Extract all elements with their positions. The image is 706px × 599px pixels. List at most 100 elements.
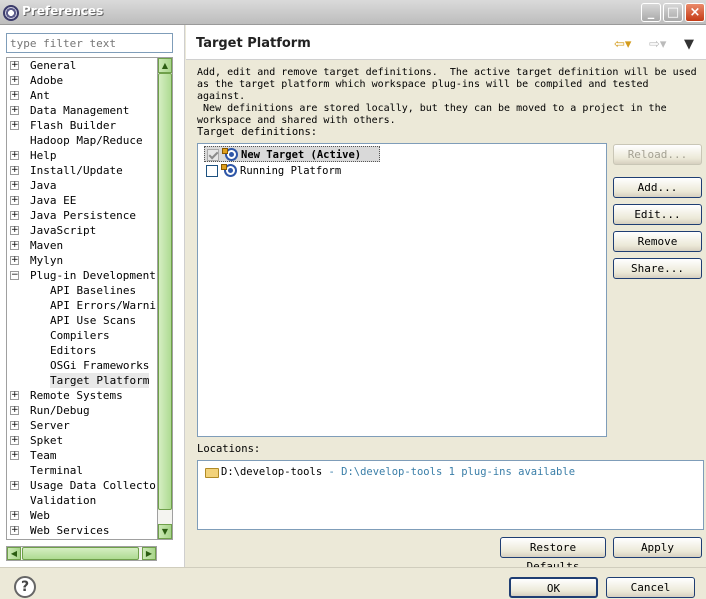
- scroll-left-icon[interactable]: ◀: [7, 547, 21, 560]
- location-entry[interactable]: D:\develop-tools - D:\develop-tools 1 pl…: [221, 466, 575, 478]
- tree-item-label: Maven: [30, 239, 64, 252]
- expand-icon[interactable]: +: [10, 406, 19, 415]
- expand-icon[interactable]: +: [10, 256, 19, 265]
- tree-item[interactable]: + General: [7, 58, 157, 73]
- expand-icon[interactable]: +: [10, 151, 19, 160]
- expand-icon[interactable]: +: [10, 166, 19, 175]
- expand-icon[interactable]: +: [10, 196, 19, 205]
- tree-item[interactable]: + Usage Data Collector: [7, 478, 157, 493]
- expand-icon[interactable]: +: [10, 391, 19, 400]
- tree-item[interactable]: + Web Services: [7, 523, 157, 538]
- tree-item[interactable]: + Mylyn: [7, 253, 157, 268]
- expand-icon[interactable]: +: [10, 121, 19, 130]
- target-row-new[interactable]: New Target (Active): [204, 146, 380, 162]
- expand-icon[interactable]: +: [10, 421, 19, 430]
- scroll-down-icon[interactable]: ▼: [158, 524, 172, 539]
- tree-item[interactable]: API Use Scans: [7, 313, 157, 328]
- tree-item[interactable]: Target Platform: [7, 373, 157, 388]
- share-button[interactable]: Share...: [613, 258, 702, 279]
- expand-icon[interactable]: +: [10, 106, 19, 115]
- close-button[interactable]: ×: [685, 3, 705, 22]
- tree-item-label: Flash Builder: [30, 119, 117, 132]
- scroll-up-icon[interactable]: ▲: [158, 58, 172, 73]
- minimize-button[interactable]: _: [641, 3, 661, 22]
- apply-button[interactable]: Apply: [613, 537, 702, 558]
- tree-item-label: API Use Scans: [50, 314, 137, 327]
- tree-item[interactable]: + Java EE: [7, 193, 157, 208]
- restore-defaults-button[interactable]: Restore Defaults: [500, 537, 606, 573]
- tree-item[interactable]: + Team: [7, 448, 157, 463]
- expand-icon[interactable]: +: [10, 451, 19, 460]
- tree-item[interactable]: + Web: [7, 508, 157, 523]
- tree-item[interactable]: − Plug-in Development: [7, 268, 157, 283]
- expand-icon[interactable]: +: [10, 481, 19, 490]
- scroll-thumb[interactable]: [158, 73, 172, 510]
- tree-item-label: API Errors/Warnings: [50, 299, 157, 312]
- expand-icon[interactable]: +: [10, 226, 19, 235]
- target-name: Running Platform: [240, 165, 342, 177]
- tree-item[interactable]: Hadoop Map/Reduce: [7, 133, 157, 148]
- tree-item[interactable]: + Ant: [7, 88, 157, 103]
- view-menu-icon[interactable]: ▼: [684, 37, 694, 52]
- expand-icon[interactable]: +: [10, 61, 19, 70]
- tree-item-label: Remote Systems: [30, 389, 123, 402]
- tree-item[interactable]: Editors: [7, 343, 157, 358]
- expand-icon[interactable]: +: [10, 241, 19, 250]
- tree-item[interactable]: + Server: [7, 418, 157, 433]
- expand-icon[interactable]: +: [10, 211, 19, 220]
- tree-item[interactable]: + Flash Builder: [7, 118, 157, 133]
- tree-item-label: Adobe: [30, 74, 64, 87]
- tree-item-label: Team: [30, 449, 57, 462]
- expand-icon[interactable]: +: [10, 181, 19, 190]
- filter-input[interactable]: [6, 33, 173, 53]
- target-checkbox[interactable]: [207, 149, 219, 161]
- tree-item[interactable]: OSGi Frameworks: [7, 358, 157, 373]
- tree-vertical-scrollbar[interactable]: ▲ ▼: [157, 57, 173, 540]
- tree-item[interactable]: + Adobe: [7, 73, 157, 88]
- help-icon[interactable]: ?: [14, 576, 36, 598]
- reload-button[interactable]: Reload...: [613, 144, 702, 165]
- tree-item[interactable]: Validation: [7, 493, 157, 508]
- edit-button[interactable]: Edit...: [613, 204, 702, 225]
- expand-icon[interactable]: +: [10, 91, 19, 100]
- tree-item[interactable]: + Run/Debug: [7, 403, 157, 418]
- target-definitions-list: New Target (Active) Running Platform: [197, 143, 607, 437]
- remove-button[interactable]: Remove: [613, 231, 702, 252]
- tree-item[interactable]: + Java: [7, 178, 157, 193]
- cancel-button[interactable]: Cancel: [606, 577, 695, 598]
- add-button[interactable]: Add...: [613, 177, 702, 198]
- tree-item-label: Usage Data Collector: [30, 479, 157, 492]
- tree-item-label: Java Persistence: [30, 209, 136, 222]
- tree-item[interactable]: API Baselines: [7, 283, 157, 298]
- expand-icon[interactable]: +: [10, 436, 19, 445]
- maximize-button[interactable]: □: [663, 3, 683, 22]
- tree-item[interactable]: + Data Management: [7, 103, 157, 118]
- scroll-thumb-horizontal[interactable]: [22, 547, 139, 560]
- tree-horizontal-scrollbar[interactable]: ◀ ▶: [6, 546, 157, 561]
- tree-item-label: Plug-in Development: [30, 269, 156, 282]
- forward-arrow-icon[interactable]: ⇨▾: [649, 37, 666, 52]
- back-arrow-icon[interactable]: ⇦▾: [614, 37, 631, 52]
- tree-item-label: Java: [30, 179, 57, 192]
- collapse-icon[interactable]: −: [10, 271, 19, 280]
- expand-icon[interactable]: +: [10, 526, 19, 535]
- tree-item[interactable]: + Java Persistence: [7, 208, 157, 223]
- ok-button[interactable]: OK: [509, 577, 598, 598]
- locations-label: Locations:: [197, 443, 261, 455]
- tree-item[interactable]: + Remote Systems: [7, 388, 157, 403]
- tree-item[interactable]: API Errors/Warnings: [7, 298, 157, 313]
- target-checkbox[interactable]: [206, 165, 218, 177]
- tree-item[interactable]: +WindowBuilder: [7, 538, 157, 539]
- tree-item[interactable]: Terminal: [7, 463, 157, 478]
- tree-item[interactable]: + Install/Update: [7, 163, 157, 178]
- tree-item[interactable]: + Maven: [7, 238, 157, 253]
- tree-item[interactable]: Compilers: [7, 328, 157, 343]
- tree-item[interactable]: + JavaScript: [7, 223, 157, 238]
- tree-item-label: Validation: [30, 494, 97, 507]
- expand-icon[interactable]: +: [10, 76, 19, 85]
- tree-item[interactable]: + Spket: [7, 433, 157, 448]
- expand-icon[interactable]: +: [10, 511, 19, 520]
- tree-item[interactable]: + Help: [7, 148, 157, 163]
- tree-item-label: Compilers: [50, 329, 110, 342]
- scroll-right-icon[interactable]: ▶: [142, 547, 156, 560]
